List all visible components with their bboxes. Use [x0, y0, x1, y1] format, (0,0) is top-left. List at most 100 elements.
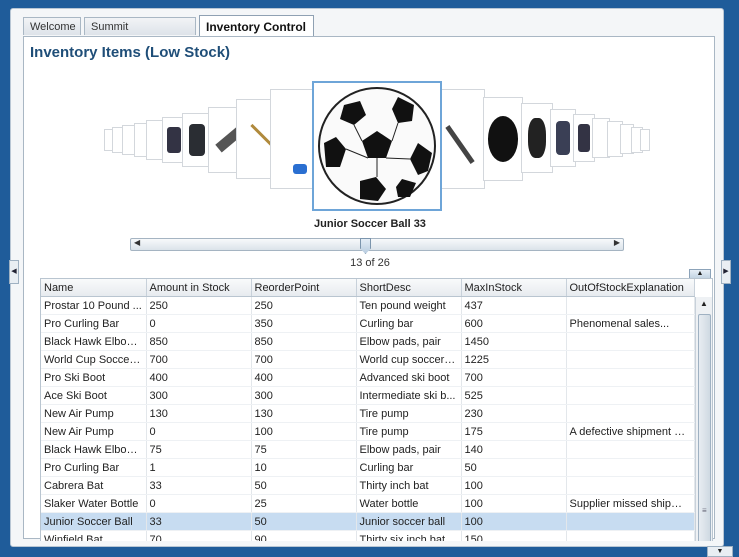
table-cell: Curling bar [356, 458, 462, 477]
table-cell: 0 [146, 494, 252, 513]
table-cell: 400 [146, 368, 252, 387]
table-cell [566, 530, 695, 541]
table-cell: 50 [251, 476, 357, 495]
table-cell [566, 458, 695, 477]
table-row[interactable]: World Cup Soccer ... 700 700 World cup socc… [41, 350, 695, 369]
table-cell: 75 [146, 440, 252, 459]
table-cell: 50 [461, 458, 567, 477]
table-row[interactable]: Black Hawk Elbow ... 850 850 Elbow pads, pa… [41, 332, 695, 351]
table-cell [566, 476, 695, 495]
table-cell: Advanced ski boot [356, 368, 462, 387]
table-cell: 300 [146, 386, 252, 405]
carousel-thumb[interactable] [483, 97, 523, 181]
table-cell: 700 [146, 350, 252, 369]
table-cell: 850 [251, 332, 357, 351]
carousel-thumb[interactable] [270, 89, 314, 189]
table-vertical-scrollbar[interactable]: ▲ ≡ [695, 297, 712, 541]
table-cell: Pro Curling Bar [41, 314, 147, 333]
table-row[interactable]: Pro Curling Bar 0 350 Curling bar 600 Phenome… [41, 314, 695, 333]
tab-inventory-control[interactable]: Inventory Control [199, 15, 314, 37]
table-cell: 100 [461, 476, 567, 495]
table-cell: 0 [146, 422, 252, 441]
table-cell [566, 368, 695, 387]
carousel-thumb[interactable] [521, 103, 553, 173]
table-row[interactable]: Prostar 10 Pound ... 250 250 Ten pound weig… [41, 296, 695, 315]
app-frame: Welcome Summit Management Inventory Cont… [10, 8, 724, 547]
column-header-name[interactable]: Name [41, 279, 147, 297]
column-header-maxinstock[interactable]: MaxInStock [461, 279, 567, 297]
table-cell [566, 332, 695, 351]
slider-thumb[interactable] [360, 238, 371, 254]
table-cell: 150 [461, 530, 567, 541]
table-cell: Prostar 10 Pound ... [41, 296, 147, 315]
table-cell: 700 [461, 368, 567, 387]
table-row[interactable]: Cabrera Bat 33 50 Thirty inch bat 100 [41, 476, 695, 495]
table-cell: 700 [251, 350, 357, 369]
table-cell [566, 404, 695, 423]
column-header-explanation[interactable]: OutOfStockExplanation [566, 279, 695, 297]
column-header-shortdesc[interactable]: ShortDesc [356, 279, 462, 297]
table-row[interactable]: Junior Soccer Ball 33 50 Junior soccer ball… [41, 512, 695, 531]
right-collapse-icon[interactable]: ▶ [721, 260, 731, 284]
table-cell: 1225 [461, 350, 567, 369]
table-cell: Elbow pads, pair [356, 440, 462, 459]
left-collapse-icon[interactable]: ◀ [9, 260, 19, 284]
table-row[interactable]: New Air Pump 130 130 Tire pump 230 [41, 404, 695, 423]
table-cell: 300 [251, 386, 357, 405]
item-counter: 13 of 26 [350, 257, 390, 269]
scroll-up-icon[interactable]: ▲ [696, 299, 712, 308]
tab-welcome[interactable]: Welcome [23, 17, 81, 35]
column-header-reorder[interactable]: ReorderPoint [251, 279, 357, 297]
table-cell: Ace Ski Boot [41, 386, 147, 405]
product-carousel[interactable] [24, 77, 716, 211]
table-cell: 600 [461, 314, 567, 333]
carousel-current-item[interactable] [312, 81, 442, 211]
table-cell [566, 296, 695, 315]
table-cell: Phenomenal sales... [566, 314, 695, 333]
table-row[interactable]: Black Hawk Elbow ... 75 75 Elbow pads, pair… [41, 440, 695, 459]
inventory-panel: Inventory Items (Low Stock) Junior Socce… [23, 36, 716, 541]
table-row[interactable]: Slaker Water Bottle 0 25 Water bottle 100 Sup… [41, 494, 695, 513]
table-row[interactable]: Pro Ski Boot 400 400 Advanced ski boot 700 [41, 368, 695, 387]
table-cell: 437 [461, 296, 567, 315]
slider-right-arrow-icon[interactable]: ▶ [614, 238, 620, 247]
table-row[interactable]: Winfield Bat 70 90 Thirty six inch bat 150 [41, 530, 695, 541]
carousel-thumb[interactable] [236, 99, 272, 179]
carousel-caption: Junior Soccer Ball 33 [314, 218, 426, 230]
table-cell: World cup soccer b... [356, 350, 462, 369]
table-cell: 90 [251, 530, 357, 541]
carousel-thumb[interactable] [441, 89, 485, 189]
table-cell: Intermediate ski b... [356, 386, 462, 405]
table-cell: Pro Ski Boot [41, 368, 147, 387]
scrollbar-thumb[interactable]: ≡ [698, 314, 711, 541]
table-cell: 140 [461, 440, 567, 459]
inventory-table: Name Amount in Stock ReorderPoint ShortD… [40, 278, 713, 541]
table-cell: Pro Curling Bar [41, 458, 147, 477]
table-row[interactable]: Ace Ski Boot 300 300 Intermediate ski b... 5… [41, 386, 695, 405]
table-cell: 175 [461, 422, 567, 441]
table-row[interactable]: Pro Curling Bar 1 10 Curling bar 50 [41, 458, 695, 477]
table-cell: Slaker Water Bottle [41, 494, 147, 513]
grip-icon: ≡ [702, 506, 707, 515]
carousel-thumb[interactable] [640, 129, 650, 151]
table-cell: New Air Pump [41, 404, 147, 423]
table-cell: Water bottle [356, 494, 462, 513]
table-row[interactable]: New Air Pump 0 100 Tire pump 175 A defective … [41, 422, 695, 441]
table-cell: 100 [251, 422, 357, 441]
slider-left-arrow-icon[interactable]: ◀ [134, 238, 140, 247]
table-cell: 400 [251, 368, 357, 387]
column-header-amount[interactable]: Amount in Stock [146, 279, 252, 297]
table-cell: 350 [251, 314, 357, 333]
table-cell: Thirty six inch bat [356, 530, 462, 541]
table-cell: Supplier missed shipment [566, 494, 695, 513]
table-cell: Junior Soccer Ball [41, 512, 147, 531]
table-cell: Tire pump [356, 422, 462, 441]
tab-summit-management[interactable]: Summit Management [84, 17, 196, 51]
table-cell: 130 [146, 404, 252, 423]
carousel-slider[interactable]: ◀ ▶ [130, 238, 624, 254]
table-cell: 1 [146, 458, 252, 477]
table-cell: 230 [461, 404, 567, 423]
table-cell: Tire pump [356, 404, 462, 423]
bottom-collapse-icon[interactable]: ▼ [707, 546, 733, 557]
table-cell: Elbow pads, pair [356, 332, 462, 351]
